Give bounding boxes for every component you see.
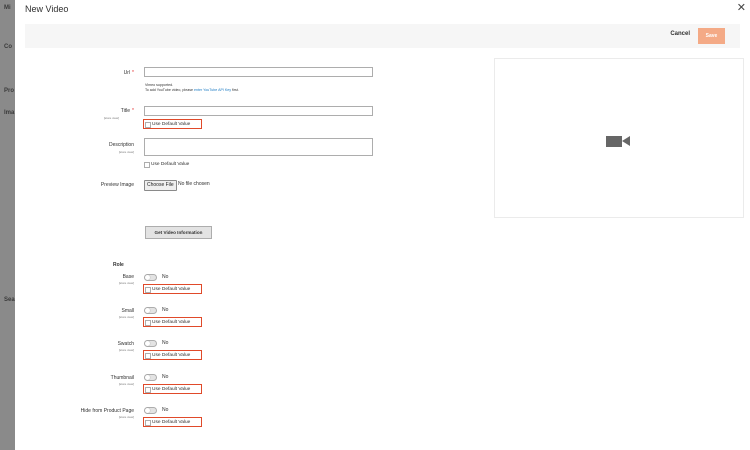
video-camera-icon	[606, 136, 622, 147]
checkbox[interactable]	[145, 320, 151, 326]
description-scope: [store view]	[118, 150, 134, 154]
toggle-state: No	[162, 407, 169, 413]
bg-fragment: Pro	[4, 88, 15, 94]
checkbox[interactable]	[145, 287, 151, 293]
action-bar: Cancel Save	[25, 24, 740, 48]
file-status: No file chosen	[178, 181, 210, 187]
swatch-use-default[interactable]: Use Default Value	[143, 350, 202, 360]
role-scope: [store view]	[118, 281, 134, 285]
checkbox[interactable]	[145, 122, 151, 128]
video-preview	[494, 58, 744, 218]
bg-fragment: Co	[4, 44, 12, 50]
role-label-thumbnail: Thumbnail	[110, 375, 134, 381]
title-use-default[interactable]: Use Default Value	[143, 119, 202, 129]
toggle-state: No	[162, 374, 169, 380]
bg-fragment: Mi	[4, 5, 11, 11]
cancel-button[interactable]: Cancel	[670, 31, 690, 37]
bg-fragment: Ima	[4, 110, 15, 116]
role-heading: Role	[113, 262, 124, 268]
url-input[interactable]	[144, 67, 373, 77]
role-scope: [store view]	[118, 348, 134, 352]
checkbox[interactable]	[145, 420, 151, 426]
bg-fragment: Sea	[4, 297, 15, 303]
close-icon[interactable]: ✕	[737, 1, 746, 14]
small-use-default[interactable]: Use Default Value	[143, 317, 202, 327]
small-toggle[interactable]	[144, 307, 157, 314]
url-label: Url *	[123, 70, 134, 76]
title-scope: [store view]	[103, 116, 119, 120]
checkbox[interactable]	[145, 353, 151, 359]
title-label: Title *	[120, 108, 134, 114]
role-scope: [store view]	[118, 315, 134, 319]
toggle-state: No	[162, 274, 169, 280]
title-input[interactable]	[144, 106, 373, 116]
swatch-toggle[interactable]	[144, 340, 157, 347]
choose-file-button[interactable]: Choose File	[144, 180, 177, 191]
role-label-swatch: Swatch	[117, 341, 134, 347]
toggle-knob	[145, 308, 150, 313]
role-scope: [store view]	[118, 382, 134, 386]
thumbnail-use-default[interactable]: Use Default Value	[143, 384, 202, 394]
url-note: Vimeo supported. To add YouTube video, p…	[145, 83, 239, 92]
hide-from-product-page-toggle[interactable]	[144, 407, 157, 414]
base-toggle[interactable]	[144, 274, 157, 281]
description-textarea[interactable]	[144, 138, 373, 156]
modal-title: New Video	[25, 4, 69, 14]
toggle-knob	[145, 375, 150, 380]
description-use-default[interactable]: Use Default Value	[143, 160, 202, 170]
background-page: Mi Co Pro Ima Sea	[0, 0, 15, 450]
youtube-api-key-link[interactable]: enter YouTube API Key	[194, 88, 231, 92]
checkbox[interactable]	[144, 162, 150, 168]
get-video-information-button[interactable]: Get Video Information	[145, 226, 212, 239]
role-scope: [store view]	[118, 415, 134, 419]
role-label-base: Base	[122, 274, 134, 280]
toggle-knob	[145, 341, 150, 346]
toggle-state: No	[162, 307, 169, 313]
toggle-knob	[145, 275, 150, 280]
checkbox[interactable]	[145, 387, 151, 393]
toggle-state: No	[162, 340, 169, 346]
description-label: Description	[108, 142, 134, 148]
role-label-hide-from-product-page: Hide from Product Page	[80, 408, 134, 414]
preview-image-label: Preview Image	[100, 182, 134, 188]
toggle-knob	[145, 408, 150, 413]
save-button[interactable]: Save	[698, 28, 725, 44]
thumbnail-toggle[interactable]	[144, 374, 157, 381]
hide-from-product-page-use-default[interactable]: Use Default Value	[143, 417, 202, 427]
role-label-small: Small	[121, 308, 134, 314]
video-camera-lens	[622, 136, 630, 146]
base-use-default[interactable]: Use Default Value	[143, 284, 202, 294]
